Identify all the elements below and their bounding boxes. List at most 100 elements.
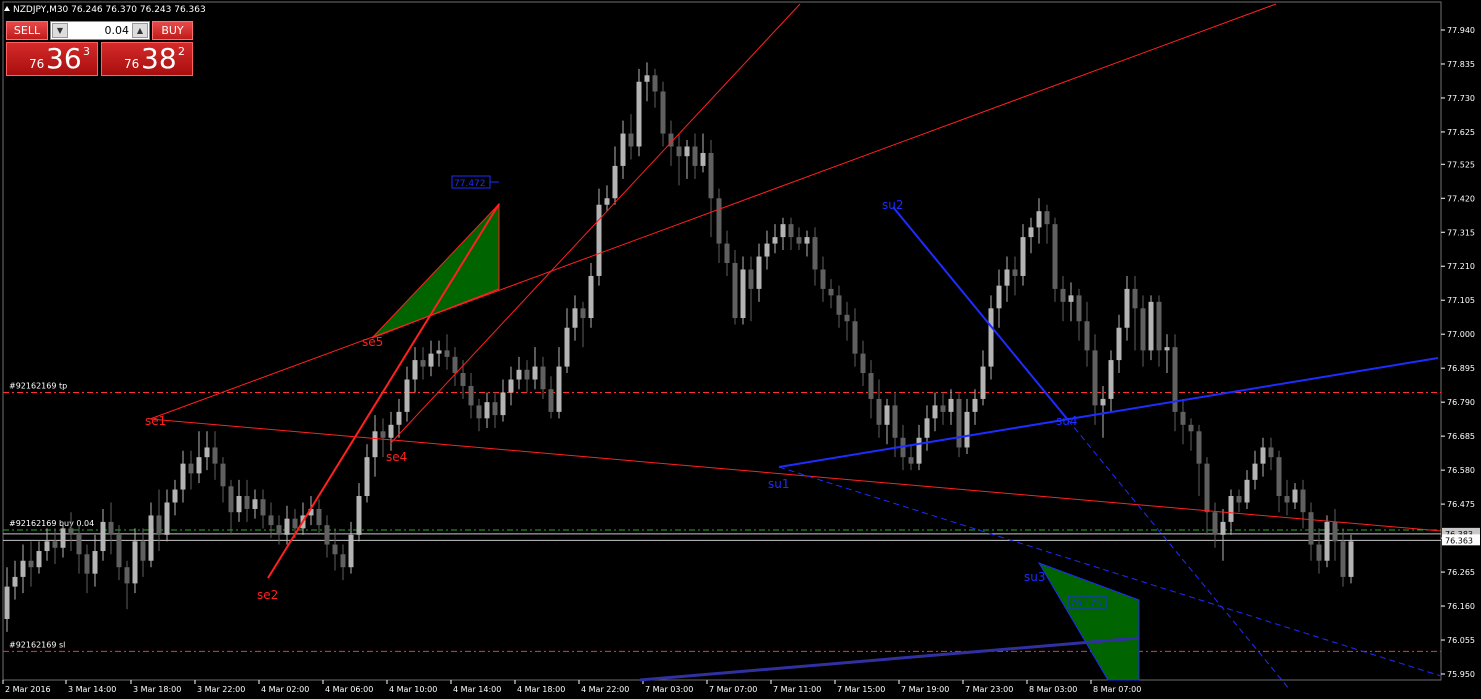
candle-body (148, 515, 154, 561)
lot-size-field[interactable]: ▼ 0.04 ▲ (50, 21, 150, 40)
candle-body (988, 308, 994, 367)
candle-body (516, 369, 522, 380)
candle-body (364, 457, 370, 497)
candle-body (260, 499, 266, 516)
x-tick-label: 4 Mar 22:00 (581, 685, 629, 694)
candle-body (1292, 489, 1298, 503)
candle-body (1252, 463, 1258, 480)
candle-body (284, 518, 290, 535)
candle-body (1220, 521, 1226, 535)
red-trendline-steep (389, 3, 801, 445)
candle-body (652, 75, 658, 92)
buy-price-prefix: 76 (124, 57, 140, 71)
candle-body (460, 373, 466, 386)
candle-body (484, 402, 490, 419)
candle-body (956, 398, 962, 448)
candle-body (412, 360, 418, 380)
candle-body (1316, 544, 1322, 561)
candle-body (292, 518, 298, 529)
x-tick-label: 7 Mar 23:00 (965, 685, 1013, 694)
candle-body (1196, 431, 1202, 464)
y-tick-label: 76.265 (1447, 568, 1475, 577)
candle-body (4, 586, 10, 619)
candle-body (1004, 269, 1010, 286)
lot-decrease-icon[interactable]: ▼ (52, 23, 68, 38)
candle-body (452, 356, 458, 374)
collapse-arrow-icon[interactable] (4, 6, 10, 11)
candle-body (820, 269, 826, 289)
x-tick-label: 7 Mar 11:00 (773, 685, 821, 694)
candle-body (1156, 301, 1162, 351)
candle-body (540, 366, 546, 390)
candle-body (620, 133, 626, 166)
candle-body (948, 398, 954, 412)
price-chart[interactable]: 77.940 77.835 77.730 77.625 77.525 77.420 77.3… (0, 0, 1481, 699)
take-profit-label: #92162169 tp (9, 381, 67, 390)
x-tick-label: 8 Mar 03:00 (1029, 685, 1077, 694)
x-tick-label: 3 Mar 22:00 (197, 685, 245, 694)
buy-price-button[interactable]: 76 38 2 (101, 42, 193, 76)
candle-body (1060, 288, 1066, 302)
candle-body (580, 308, 586, 319)
candle-body (428, 353, 434, 367)
candle-body (708, 152, 714, 199)
sell-price-big: 36 (46, 42, 82, 75)
blue-ma-line (639, 636, 1140, 682)
candle-body (1116, 327, 1122, 361)
candle-body (596, 204, 602, 276)
x-tick-label: 4 Mar 14:00 (453, 685, 501, 694)
candle-body (100, 521, 106, 552)
candle-body (340, 554, 346, 568)
lot-size-value[interactable]: 0.04 (105, 24, 130, 37)
price-box-lower-label: 76.175 (1070, 599, 1102, 609)
candle-body (124, 567, 130, 584)
candle-body (348, 534, 354, 568)
candle-body (1300, 489, 1306, 513)
candle-body (188, 463, 194, 474)
sell-price-button[interactable]: 76 36 3 (6, 42, 98, 76)
candle-body (92, 551, 98, 574)
buy-price-big: 38 (141, 42, 177, 75)
candle-body (756, 256, 762, 289)
candle-body (636, 81, 642, 147)
candle-body (84, 554, 90, 574)
candle-body (1092, 350, 1098, 406)
ohlc-values: 76.246 76.370 76.243 76.363 (71, 5, 206, 15)
y-tick-label: 75.950 (1447, 670, 1475, 679)
candle-body (420, 360, 426, 367)
candle-body (644, 75, 650, 82)
candle-body (572, 308, 578, 328)
fill-triangle-buy (1037, 562, 1140, 681)
candle-body (796, 237, 802, 244)
x-tick-label: 2 Mar 2016 (5, 685, 51, 694)
candle-body (836, 295, 842, 315)
buy-price-sup: 2 (178, 45, 185, 58)
y-tick-label: 76.895 (1447, 364, 1475, 373)
candle-body (172, 489, 178, 503)
candle-body (1332, 521, 1338, 542)
stop-loss-label: #92162169 sl (9, 640, 65, 649)
x-tick-label: 8 Mar 07:00 (1093, 685, 1141, 694)
candle-body (612, 165, 618, 199)
lot-increase-icon[interactable]: ▲ (132, 23, 148, 38)
candle-body (508, 379, 514, 393)
candle-body (1124, 288, 1130, 328)
candle-body (700, 152, 706, 166)
one-click-trading-panel: SELL ▼ 0.04 ▲ BUY 76 36 3 76 38 2 (6, 20, 193, 76)
candle-body (332, 544, 338, 555)
candle-body (1100, 398, 1106, 406)
chart-title: NZDJPY,M30 76.246 76.370 76.243 76.363 (4, 5, 206, 15)
x-tick-label: 4 Mar 18:00 (517, 685, 565, 694)
candle-body (828, 288, 834, 296)
y-tick-label: 76.055 (1447, 636, 1475, 645)
buy-button[interactable]: BUY (152, 21, 193, 40)
candle-body (468, 385, 474, 406)
candle-body (964, 411, 970, 448)
candle-body (996, 285, 1002, 309)
sell-button[interactable]: SELL (6, 21, 48, 40)
x-tick-label: 3 Mar 18:00 (133, 685, 181, 694)
candle-body (1236, 496, 1242, 503)
candle-body (916, 437, 922, 464)
candle-body (388, 424, 394, 438)
candle-body (1180, 411, 1186, 425)
